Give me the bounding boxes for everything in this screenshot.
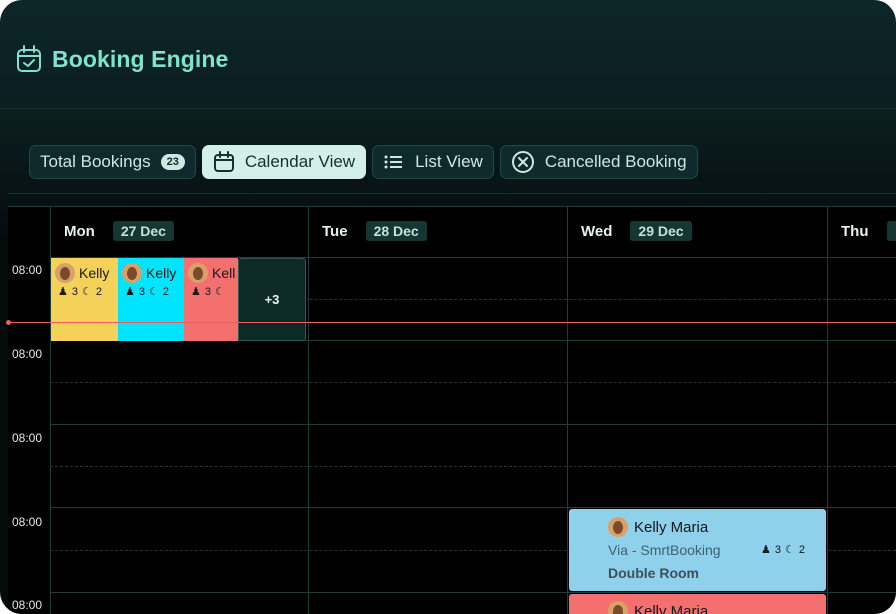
time-label: 08:00 [12, 515, 43, 529]
booking-event[interactable]: Kelly ♟ 3 ☾ 2 [51, 258, 118, 341]
calendar-icon [213, 151, 234, 172]
day-date [886, 221, 896, 241]
guest-name: Kell [212, 265, 236, 281]
booking-meta: ♟ 3 ☾ [191, 285, 225, 299]
guest-name: Kelly [79, 265, 110, 281]
booking-event[interactable]: Kell ♟ 3 ☾ [184, 258, 238, 341]
tab-list-view[interactable]: List View [372, 145, 494, 179]
cancel-circle-icon [511, 151, 534, 173]
avatar [55, 263, 75, 283]
day-header-mon[interactable]: Mon 27 Dec [64, 221, 174, 241]
tab-calendar-view[interactable]: Calendar View [201, 145, 367, 179]
booking-meta: ♟ 3 ☾ 2 [761, 543, 805, 557]
day-name: Mon [64, 222, 95, 240]
day-date: 29 Dec [630, 221, 692, 241]
night-count: 2 [798, 543, 805, 556]
header: Booking Engine [0, 0, 896, 109]
time-label: 08:00 [12, 598, 43, 612]
person-icon: ♟ [191, 286, 201, 298]
tab-label: Total Bookings [40, 152, 151, 171]
column-divider [567, 207, 568, 614]
day-header-thu[interactable]: Thu [841, 221, 896, 241]
avatar [608, 517, 628, 537]
room-type: Double Room [608, 565, 699, 581]
day-name: Wed [581, 222, 613, 240]
column-divider [827, 207, 828, 614]
calendar-grid: Mon 27 Dec Tue 28 Dec Wed 29 Dec Thu 08:… [6, 206, 896, 614]
tab-label: Cancelled Booking [544, 152, 687, 171]
guest: Kelly Maria [608, 517, 708, 537]
guest-name: Kelly Maria [634, 602, 709, 614]
column-divider [308, 207, 309, 614]
guest: Kelly [55, 263, 109, 283]
booking-card[interactable]: Kelly Maria [569, 594, 826, 614]
current-time-line [8, 322, 896, 323]
time-label: 08:00 [12, 431, 43, 445]
booking-meta: ♟ 3 ☾ 2 [125, 285, 169, 299]
day-header-tue[interactable]: Tue 28 Dec [322, 221, 427, 241]
half-hour-line [50, 382, 896, 383]
day-name: Thu [841, 222, 869, 240]
booking-card[interactable]: Kelly Maria Via - SmrtBooking Double Roo… [569, 509, 826, 591]
time-label: 08:00 [12, 347, 43, 361]
page-title: Booking Engine [52, 45, 229, 72]
tab-label: Calendar View [244, 152, 356, 171]
tab-total-bookings[interactable]: Total Bookings 23 [29, 145, 196, 179]
tab-cancelled-booking[interactable]: Cancelled Booking [499, 145, 698, 179]
booking-meta: ♟ 3 ☾ 2 [58, 285, 102, 299]
day-date: 27 Dec [112, 221, 174, 241]
guest-count: 3 [774, 543, 781, 556]
guest: Kelly Maria [608, 601, 708, 614]
hour-line [50, 507, 896, 508]
divider [8, 193, 896, 194]
calendar-check-icon [17, 45, 41, 72]
night-count: 2 [95, 285, 102, 298]
day-header-wed[interactable]: Wed 29 Dec [581, 221, 692, 241]
time-label: 08:00 [12, 263, 43, 277]
hour-line [50, 424, 896, 425]
day-date: 28 Dec [365, 221, 427, 241]
guest-name: Kelly [146, 265, 177, 281]
more-events-button[interactable]: +3 [238, 258, 306, 341]
title-wrap: Booking Engine [16, 45, 228, 73]
guest-name: Kelly Maria [634, 518, 709, 536]
booking-source: Via - SmrtBooking [608, 542, 721, 558]
guest: Kell [188, 263, 235, 283]
app-frame: Booking Engine Total Bookings 23 Calenda… [0, 0, 896, 614]
avatar [122, 263, 142, 283]
day-name: Tue [322, 222, 348, 240]
list-icon [384, 155, 403, 169]
person-icon: ♟ [761, 544, 771, 556]
moon-icon: ☾ [82, 286, 92, 298]
view-tabs: Total Bookings 23 Calendar View List Vie… [29, 145, 698, 179]
guest-count: 3 [138, 285, 145, 298]
count-badge: 23 [160, 154, 185, 170]
moon-icon: ☾ [785, 544, 795, 556]
person-icon: ♟ [58, 286, 68, 298]
moon-icon: ☾ [215, 286, 225, 298]
moon-icon: ☾ [149, 286, 159, 298]
avatar [188, 263, 208, 283]
hour-line [50, 592, 896, 593]
avatar [608, 601, 628, 614]
guest-count: 3 [71, 285, 78, 298]
booking-event[interactable]: Kelly ♟ 3 ☾ 2 [118, 258, 184, 341]
tab-label: List View [415, 152, 483, 171]
current-time-dot [6, 320, 11, 325]
night-count: 2 [162, 285, 169, 298]
half-hour-line [50, 466, 896, 467]
guest-count: 3 [204, 285, 211, 298]
person-icon: ♟ [125, 286, 135, 298]
guest: Kelly [122, 263, 176, 283]
